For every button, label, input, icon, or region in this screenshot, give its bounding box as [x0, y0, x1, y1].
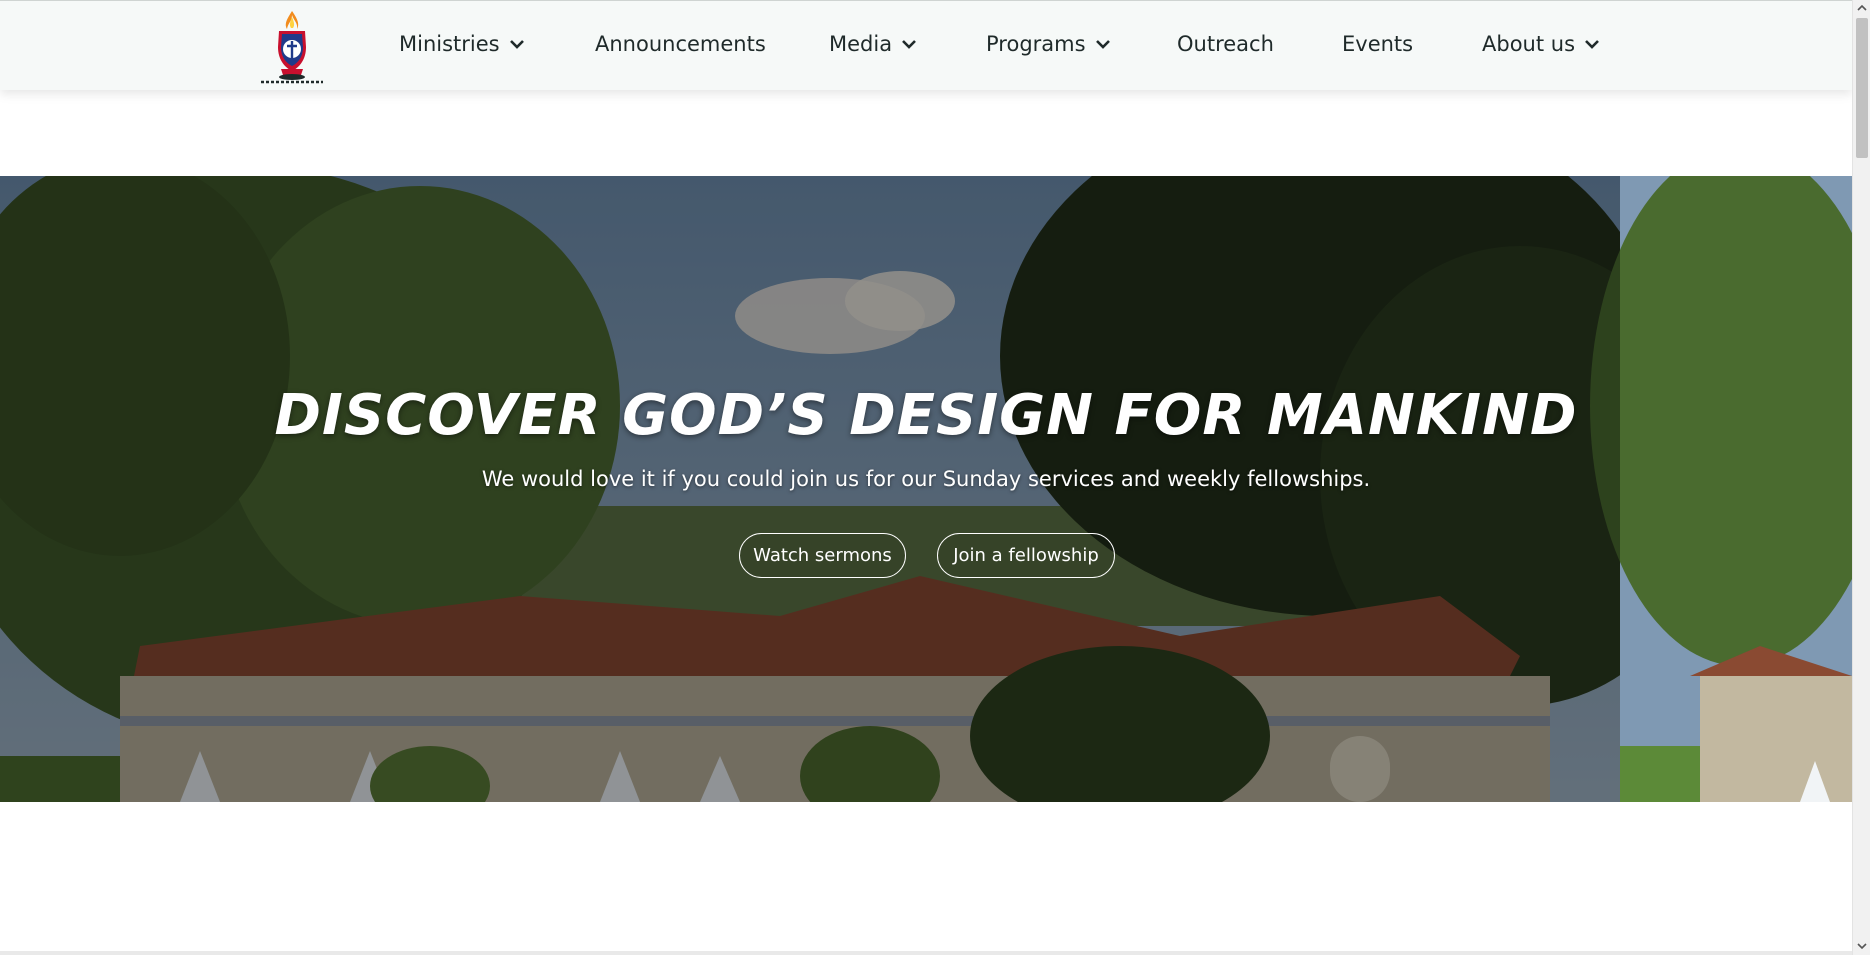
- vertical-scrollbar[interactable]: [1852, 0, 1870, 955]
- watch-sermons-button[interactable]: Watch sermons: [739, 533, 906, 578]
- nav-item-about-us[interactable]: About us: [1482, 29, 1600, 59]
- nav-item-events[interactable]: Events: [1342, 29, 1413, 59]
- chevron-down-icon: [901, 38, 917, 50]
- nav-item-outreach-label: Outreach: [1177, 32, 1274, 56]
- hero-subtitle: We would love it if you could join us fo…: [481, 467, 1371, 491]
- nav-item-ministries[interactable]: Ministries: [399, 29, 525, 59]
- nav-item-media-label: Media: [829, 32, 893, 56]
- page-bottom-edge: [0, 951, 1852, 955]
- site-header: Ministries Announcements Media Programs …: [0, 0, 1852, 90]
- church-crest-logo-icon[interactable]: [257, 9, 327, 85]
- scroll-up-arrow-icon[interactable]: [1853, 0, 1870, 16]
- nav-item-events-label: Events: [1342, 32, 1414, 56]
- chevron-down-icon: [1095, 38, 1111, 50]
- nav-item-about-us-label: About us: [1482, 32, 1576, 56]
- nav-item-outreach[interactable]: Outreach: [1177, 29, 1274, 59]
- page: Ministries Announcements Media Programs …: [0, 0, 1852, 955]
- chevron-down-icon: [509, 38, 525, 50]
- nav-item-ministries-label: Ministries: [399, 32, 500, 56]
- scrollbar-thumb[interactable]: [1856, 18, 1868, 158]
- join-fellowship-button[interactable]: Join a fellowship: [937, 533, 1115, 578]
- nav-item-announcements-label: Announcements: [595, 32, 766, 56]
- nav-item-programs-label: Programs: [986, 32, 1086, 56]
- nav-item-announcements[interactable]: Announcements: [595, 29, 766, 59]
- scroll-down-arrow-icon[interactable]: [1853, 938, 1870, 954]
- chevron-down-icon: [1584, 38, 1600, 50]
- nav-item-media[interactable]: Media: [829, 29, 917, 59]
- hero-title: DISCOVER GOD’S DESIGN FOR MANKIND: [274, 383, 1578, 448]
- nav-item-programs[interactable]: Programs: [986, 29, 1111, 59]
